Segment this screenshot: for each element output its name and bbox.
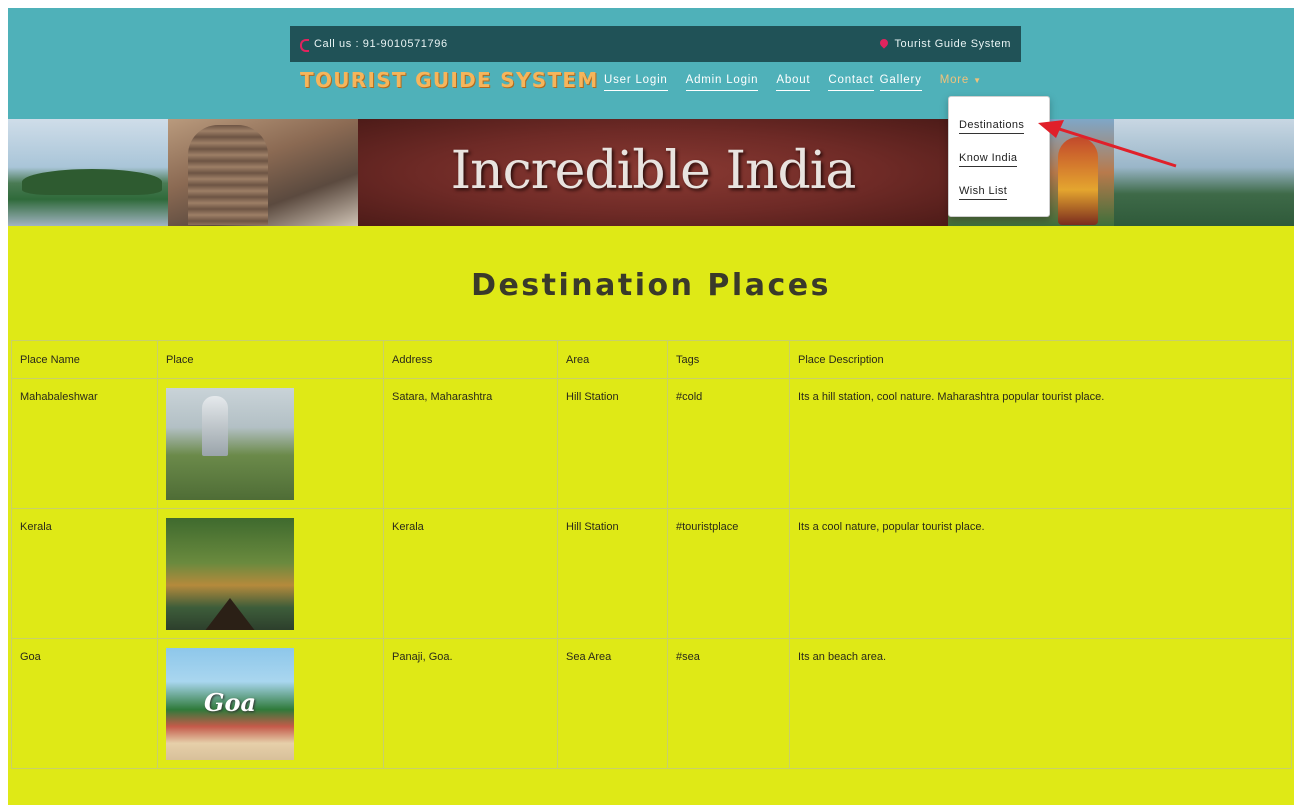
page-title: Destination Places [471,268,831,303]
temple-shape [188,125,268,225]
main-nav: User Login Admin Login About Contact Gal… [604,74,982,91]
place-image[interactable] [166,518,294,630]
site-label: Tourist Guide System [894,38,1011,50]
cell-address: Satara, Maharashtra [383,378,558,509]
table-row: Goa Goa Panaji, Goa. Sea Area #sea Its a… [11,638,1292,769]
site-info: Tourist Guide System [880,38,1011,50]
nav-user-login[interactable]: User Login [604,74,668,91]
column-header-address: Address [383,340,558,379]
table-row: Mahabaleshwar Satara, Maharashtra Hill S… [11,378,1292,509]
site-logo-text[interactable]: TOURIST GUIDE SYSTEM [300,68,599,92]
cell-place-name: Kerala [11,508,158,639]
cell-tags: #cold [667,378,790,509]
banner-temple-photo [168,119,358,226]
cell-area: Hill Station [557,508,668,639]
call-info: Call us : 91-9010571796 [300,38,448,52]
cell-area: Sea Area [557,638,668,769]
cell-place-image: Goa [157,638,384,769]
caret-down-icon: ▼ [973,76,982,85]
cell-tags: #touristplace [667,508,790,639]
top-info-bar: Call us : 91-9010571796 Tourist Guide Sy… [290,26,1021,62]
phone-icon [300,39,309,52]
column-header-place: Place [157,340,384,379]
main-content: Destination Places Place Name Place Addr… [8,226,1294,805]
nav-about[interactable]: About [776,74,811,91]
place-image-text: Goa [203,688,257,717]
menu-item-wish-list[interactable]: Wish List [959,185,1008,200]
cell-description: Its a cool nature, popular tourist place… [789,508,1292,639]
column-header-place-name: Place Name [11,340,158,379]
banner-island-photo [8,119,168,226]
cell-area: Hill Station [557,378,668,509]
cell-place-name: Mahabaleshwar [11,378,158,509]
red-arrow-annotation [1038,120,1177,168]
cell-address: Panaji, Goa. [383,638,558,769]
cell-place-image [157,508,384,639]
place-image[interactable]: Goa [166,648,294,760]
call-label: Call us : 91-9010571796 [314,38,448,50]
site-header: Call us : 91-9010571796 Tourist Guide Sy… [8,8,1294,119]
cell-tags: #sea [667,638,790,769]
cell-address: Kerala [383,508,558,639]
banner-title: Incredible India [450,141,857,201]
table-row: Kerala Kerala Hill Station #touristplace… [11,508,1292,639]
cell-description: Its an beach area. [789,638,1292,769]
nav-admin-login[interactable]: Admin Login [685,74,759,91]
location-pin-icon [880,39,888,49]
more-dropdown-menu: Destinations Know India Wish List [948,96,1050,217]
nav-contact[interactable]: Contact [828,74,874,91]
destinations-table: Place Name Place Address Area Tags Place… [11,340,1292,769]
statue-shape [202,396,228,456]
island-shape [22,169,162,195]
cell-description: Its a hill station, cool nature. Maharas… [789,378,1292,509]
cell-place-image [157,378,384,509]
banner-title-panel: Incredible India [358,119,948,226]
menu-item-destinations[interactable]: Destinations [959,119,1025,134]
nav-more-label: More [939,74,970,86]
menu-item-know-india[interactable]: Know India [959,152,1018,167]
page-frame: Call us : 91-9010571796 Tourist Guide Sy… [8,8,1294,805]
cell-place-name: Goa [11,638,158,769]
table-header-row: Place Name Place Address Area Tags Place… [11,340,1292,379]
nav-more-dropdown[interactable]: More ▼ [940,74,982,91]
column-header-description: Place Description [789,340,1292,379]
column-header-tags: Tags [667,340,790,379]
boat-shape [204,598,256,630]
arrow-shaft [1055,126,1177,168]
nav-gallery[interactable]: Gallery [879,74,922,91]
place-image[interactable] [166,388,294,500]
column-header-area: Area [557,340,668,379]
